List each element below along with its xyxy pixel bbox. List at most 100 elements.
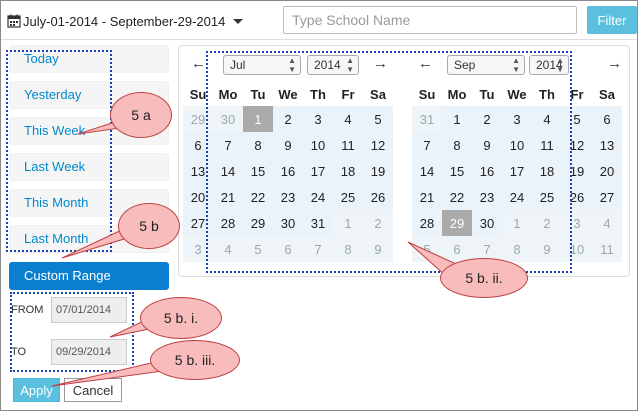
calendar-day[interactable]: 8 xyxy=(442,132,472,158)
calendar-day[interactable]: 19 xyxy=(363,158,393,184)
calendar-day[interactable]: 20 xyxy=(592,158,622,184)
range-this-week[interactable]: This Week xyxy=(9,117,169,145)
calendar-day[interactable]: 17 xyxy=(303,158,333,184)
calendar-day[interactable]: 10 xyxy=(502,132,532,158)
calendar-day[interactable]: 1 xyxy=(442,106,472,132)
calendar-day[interactable]: 21 xyxy=(213,184,243,210)
calendar-day[interactable]: 26 xyxy=(562,184,592,210)
calendar-day[interactable]: 18 xyxy=(333,158,363,184)
calendar-day[interactable]: 4 xyxy=(592,210,622,236)
calendar-day[interactable]: 23 xyxy=(472,184,502,210)
calendar-day[interactable]: 7 xyxy=(303,236,333,262)
calendar-day[interactable]: 5 xyxy=(562,106,592,132)
calendar-day[interactable]: 9 xyxy=(472,132,502,158)
calendar-day[interactable]: 2 xyxy=(472,106,502,132)
range-today[interactable]: Today xyxy=(9,45,169,73)
date-range-toggle[interactable]: July-01-2014 - September-29-2014 xyxy=(7,10,244,32)
calendar-day[interactable]: 7 xyxy=(412,132,442,158)
calendar-day[interactable]: 29 xyxy=(442,210,472,236)
calendar-day[interactable]: 2 xyxy=(532,210,562,236)
calendar-day[interactable]: 18 xyxy=(532,158,562,184)
filter-button[interactable]: Filter xyxy=(587,6,637,34)
calendar-day[interactable]: 3 xyxy=(303,106,333,132)
calendar-day[interactable]: 9 xyxy=(363,236,393,262)
to-date-input[interactable] xyxy=(51,339,127,365)
year-select-right[interactable]: 2014 ▲ ▼ xyxy=(529,55,569,75)
calendar-day[interactable]: 5 xyxy=(363,106,393,132)
calendar-day[interactable]: 4 xyxy=(532,106,562,132)
calendar-day[interactable]: 2 xyxy=(363,210,393,236)
calendar-day[interactable]: 6 xyxy=(442,236,472,262)
calendar-day[interactable]: 1 xyxy=(502,210,532,236)
calendar-day[interactable]: 1 xyxy=(243,106,273,132)
calendar-day[interactable]: 4 xyxy=(213,236,243,262)
calendar-day[interactable]: 15 xyxy=(442,158,472,184)
calendar-day[interactable]: 23 xyxy=(273,184,303,210)
calendar-day[interactable]: 6 xyxy=(183,132,213,158)
calendar-day[interactable]: 4 xyxy=(333,106,363,132)
calendar-day[interactable]: 9 xyxy=(532,236,562,262)
cancel-button[interactable]: Cancel xyxy=(64,378,122,402)
calendar-day[interactable]: 17 xyxy=(502,158,532,184)
calendar-day[interactable]: 20 xyxy=(183,184,213,210)
calendar-day[interactable]: 10 xyxy=(562,236,592,262)
calendar-day[interactable]: 11 xyxy=(592,236,622,262)
calendar-day[interactable]: 2 xyxy=(273,106,303,132)
calendar-day[interactable]: 14 xyxy=(412,158,442,184)
calendar-day[interactable]: 15 xyxy=(243,158,273,184)
school-search-input[interactable] xyxy=(283,6,577,34)
calendar-day[interactable]: 12 xyxy=(363,132,393,158)
range-custom[interactable]: Custom Range xyxy=(9,262,169,290)
calendar-day[interactable]: 25 xyxy=(333,184,363,210)
calendar-day[interactable]: 22 xyxy=(243,184,273,210)
calendar-day[interactable]: 30 xyxy=(213,106,243,132)
calendar-day[interactable]: 28 xyxy=(213,210,243,236)
calendar-day[interactable]: 3 xyxy=(502,106,532,132)
calendar-day[interactable]: 5 xyxy=(412,236,442,262)
calendar-day[interactable]: 31 xyxy=(303,210,333,236)
calendar-day[interactable]: 19 xyxy=(562,158,592,184)
range-last-week[interactable]: Last Week xyxy=(9,153,169,181)
calendar-day[interactable]: 6 xyxy=(273,236,303,262)
next-month-icon[interactable]: → xyxy=(607,55,622,72)
calendar-day[interactable]: 24 xyxy=(502,184,532,210)
calendar-day[interactable]: 8 xyxy=(333,236,363,262)
calendar-day[interactable]: 13 xyxy=(183,158,213,184)
calendar-day[interactable]: 5 xyxy=(243,236,273,262)
calendar-day[interactable]: 16 xyxy=(273,158,303,184)
calendar-day[interactable]: 27 xyxy=(183,210,213,236)
calendar-day[interactable]: 3 xyxy=(562,210,592,236)
calendar-day[interactable]: 14 xyxy=(213,158,243,184)
month-select-left[interactable]: Jul ▲ ▼ xyxy=(223,55,301,75)
calendar-day[interactable]: 11 xyxy=(333,132,363,158)
calendar-day[interactable]: 25 xyxy=(532,184,562,210)
prev-month-icon[interactable]: ← xyxy=(418,55,433,72)
range-yesterday[interactable]: Yesterday xyxy=(9,81,169,109)
month-select-right[interactable]: Sep ▲ ▼ xyxy=(447,55,525,75)
from-date-input[interactable] xyxy=(51,297,127,323)
calendar-day[interactable]: 24 xyxy=(303,184,333,210)
calendar-day[interactable]: 7 xyxy=(472,236,502,262)
calendar-day[interactable]: 16 xyxy=(472,158,502,184)
calendar-day[interactable]: 27 xyxy=(592,184,622,210)
range-last-month[interactable]: Last Month xyxy=(9,225,169,253)
calendar-day[interactable]: 9 xyxy=(273,132,303,158)
calendar-day[interactable]: 7 xyxy=(213,132,243,158)
next-month-icon[interactable]: → xyxy=(373,55,388,72)
calendar-day[interactable]: 26 xyxy=(363,184,393,210)
prev-month-icon[interactable]: ← xyxy=(191,55,206,72)
calendar-day[interactable]: 12 xyxy=(562,132,592,158)
calendar-day[interactable]: 30 xyxy=(273,210,303,236)
calendar-day[interactable]: 6 xyxy=(592,106,622,132)
calendar-day[interactable]: 29 xyxy=(183,106,213,132)
calendar-day[interactable]: 21 xyxy=(412,184,442,210)
calendar-day[interactable]: 22 xyxy=(442,184,472,210)
calendar-day[interactable]: 29 xyxy=(243,210,273,236)
calendar-day[interactable]: 8 xyxy=(243,132,273,158)
calendar-day[interactable]: 8 xyxy=(502,236,532,262)
calendar-day[interactable]: 13 xyxy=(592,132,622,158)
calendar-day[interactable]: 1 xyxy=(333,210,363,236)
calendar-day[interactable]: 10 xyxy=(303,132,333,158)
calendar-day[interactable]: 30 xyxy=(472,210,502,236)
year-select-left[interactable]: 2014 ▲ ▼ xyxy=(307,55,359,75)
